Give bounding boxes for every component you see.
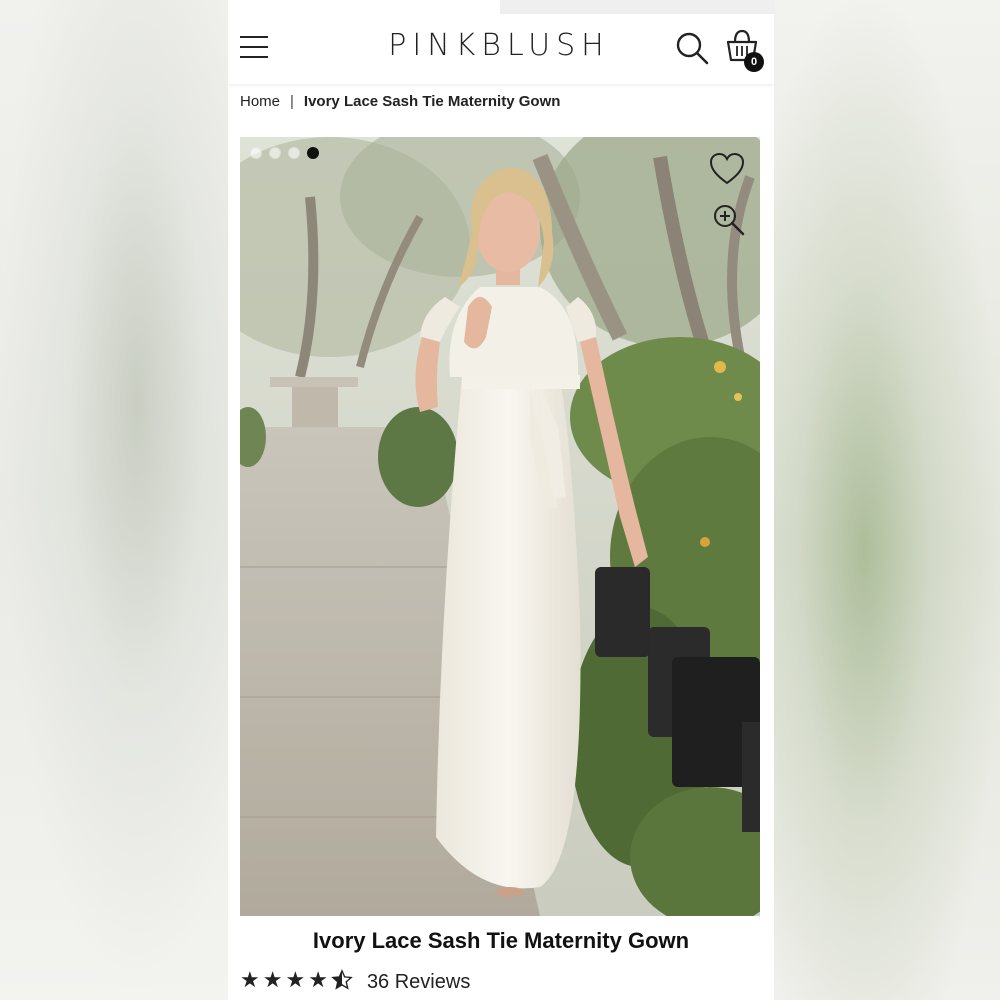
- rating-stars[interactable]: ★ ★ ★ ★: [240, 969, 353, 995]
- product-title: Ivory Lace Sash Tie Maternity Gown: [312, 928, 690, 953]
- gallery-dot-4[interactable]: [307, 147, 319, 159]
- brand-logo[interactable]: PINKBLUSH: [360, 28, 638, 63]
- gallery-pagination: [250, 147, 319, 159]
- breadcrumb: Home | Ivory Lace Sash Tie Maternity Gown: [240, 93, 560, 110]
- heart-icon[interactable]: [708, 151, 746, 187]
- star-icon: ★: [240, 967, 260, 992]
- star-icon: ★: [285, 967, 306, 992]
- menu-icon[interactable]: [240, 36, 270, 62]
- search-icon[interactable]: [674, 30, 710, 66]
- gallery-dot-3[interactable]: [288, 147, 300, 159]
- mobile-page: PINKBLUSH 0 Home | Ivory Lace Sash Tie Mat…: [228, 0, 774, 1000]
- site-header: PINKBLUSH 0: [228, 14, 774, 84]
- breadcrumb-current: Ivory Lace Sash Tie Maternity Gown: [303, 93, 561, 110]
- breadcrumb-separator: |: [290, 93, 294, 110]
- cart-button[interactable]: 0: [722, 28, 768, 74]
- star-icon: ★: [308, 967, 328, 992]
- status-strip: [500, 0, 774, 14]
- gallery-dot-1[interactable]: [250, 147, 262, 159]
- gallery-dot-2[interactable]: [269, 147, 281, 159]
- product-image-gallery[interactable]: [240, 137, 760, 916]
- star-icon: ★: [262, 967, 283, 992]
- zoom-in-icon[interactable]: [712, 203, 746, 237]
- cart-count-badge: 0: [744, 52, 764, 72]
- product-rating: ★ ★ ★ ★ 36 Reviews: [240, 969, 470, 995]
- background-blur-right: [774, 0, 1000, 1000]
- reviews-link[interactable]: 36 Reviews: [367, 971, 470, 994]
- background-blur-left: [0, 0, 228, 1000]
- breadcrumb-home-link[interactable]: Home: [240, 93, 280, 110]
- product-photo: [240, 137, 760, 916]
- half-star-icon: [331, 969, 353, 995]
